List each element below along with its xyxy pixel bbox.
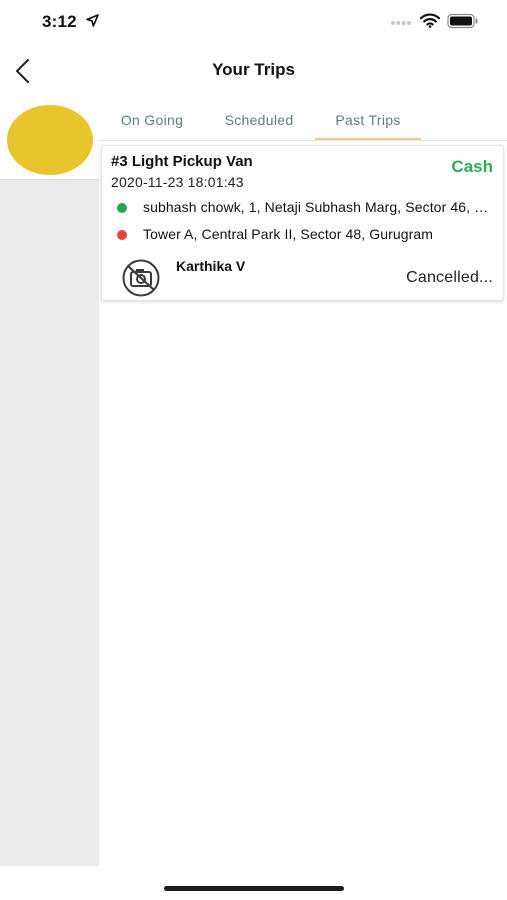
trip-vehicle-title: #3 Light Pickup Van [111,153,253,170]
driver-name: Karthika V [176,258,246,274]
battery-icon [447,13,478,29]
wifi-icon [420,13,440,28]
no-photo-icon [122,259,160,297]
signal-dots-icon [391,21,411,25]
trip-tabs: On Going Scheduled Past Trips [99,100,507,141]
trip-status: Cancelled... [406,269,493,286]
status-time: 3:12 [42,12,77,31]
pickup-dot-icon [117,203,127,213]
pickup-address: subhash chowk, 1, Netaji Subhash Marg, S… [143,199,495,215]
drop-dot-icon [117,230,127,240]
sidebar [0,96,99,866]
status-bar: 3:12 [0,0,507,46]
sidebar-profile [0,96,99,180]
page-title: Your Trips [212,60,295,79]
sidebar-panel [0,180,99,866]
trip-card[interactable]: #3 Light Pickup Van 2020-11-23 18:01:43 … [101,145,504,301]
home-indicator[interactable] [164,886,344,891]
tab-past-trips[interactable]: Past Trips [315,100,421,140]
tab-on-going[interactable]: On Going [109,100,195,140]
tab-scheduled[interactable]: Scheduled [211,100,307,140]
trip-datetime: 2020-11-23 18:01:43 [111,174,244,190]
drop-address: Tower A, Central Park II, Sector 48, Gur… [143,226,434,242]
nav-header: Your Trips [0,46,507,96]
location-arrow-icon [86,14,99,27]
avatar[interactable] [7,105,93,175]
payment-method: Cash [451,157,493,176]
